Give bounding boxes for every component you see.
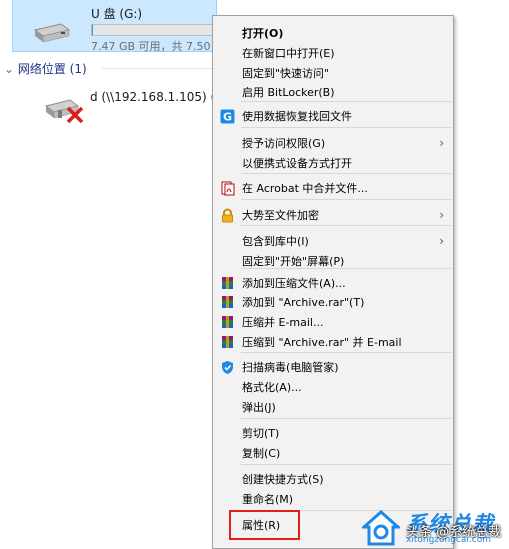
menu-item[interactable]: 在新窗口中打开(E) [214,44,452,63]
acrobat-icon [220,181,235,196]
menu-item-label: 大势至文件加密 [242,209,319,222]
menu-item-label: 包含到库中(I) [242,235,309,248]
group-divider [102,68,212,69]
menu-item[interactable]: 复制(C) [214,444,452,463]
menu-separator [241,173,451,174]
drive-name: U 盘 (G:) [91,7,143,21]
menu-item[interactable]: 包含到库中(I) › [214,232,452,251]
winrar-icon [220,295,235,310]
context-menu: 打开(O) 在新窗口中打开(E) 固定到"快速访问" 启用 BitLocker(B) G… [212,15,454,549]
menu-item-label: 压缩到 "Archive.rar" 并 E-mail [242,336,402,349]
menu-item-label: 使用数据恢复找回文件 [242,110,352,123]
menu-item-label: 复制(C) [242,447,281,460]
chevron-right-icon: › [439,234,444,248]
menu-item-label: 打开(O) [242,27,284,40]
menu-item-label: 添加到 "Archive.rar"(T) [242,296,365,309]
menu-item[interactable]: 大势至文件加密 › [214,206,452,225]
menu-separator [241,127,451,128]
menu-item[interactable]: 以便携式设备方式打开 [214,154,452,173]
house-logo-icon [360,509,402,546]
chevron-down-icon: ⌄ [4,62,15,76]
menu-item[interactable]: 添加到压缩文件(A)... [214,274,452,293]
menu-separator [241,464,451,465]
menu-item[interactable]: 打开(O) [214,24,452,43]
chevron-right-icon: › [439,136,444,150]
menu-item-label: 在新窗口中打开(E) [242,47,335,60]
menu-item-label: 授予访问权限(G) [242,137,326,150]
menu-separator [241,199,451,200]
lock-icon [220,208,235,223]
menu-item-label: 格式化(A)... [242,381,302,394]
usb-drive-icon [31,20,71,46]
menu-item[interactable]: 重命名(M) [214,490,452,509]
menu-item-label: 扫描病毒(电脑管家) [242,361,339,374]
menu-item[interactable]: 扫描病毒(电脑管家) [214,358,452,377]
network-drive-name[interactable]: d (\\192.168.1.105) (Z:) [90,90,232,104]
menu-separator [241,352,451,353]
menu-item[interactable]: 启用 BitLocker(B) [214,83,452,102]
menu-item-label: 以便携式设备方式打开 [242,157,352,170]
menu-item[interactable]: 在 Acrobat 中合并文件... [214,179,452,198]
menu-item-label: 重命名(M) [242,493,294,506]
menu-separator [241,225,451,226]
menu-item-label: 创建快捷方式(S) [242,473,324,486]
menu-separator [241,418,451,419]
drive-capacity-bar [91,24,216,36]
watermark-author: 头条 @系统总裁 [406,525,502,540]
menu-item[interactable]: 添加到 "Archive.rar"(T) [214,293,452,312]
winrar-icon [220,276,235,291]
winrar-icon [220,315,235,330]
network-locations-label: 网络位置 (1) [17,62,87,76]
menu-item-label: 压缩并 E-mail... [242,316,324,329]
menu-separator [241,268,451,269]
usb-drive-tile[interactable]: U 盘 (G:) 7.47 GB 可用，共 7.50 GB [12,0,230,53]
menu-item-label: 固定到"开始"屏幕(P) [242,255,345,268]
recovery-g-icon: G [220,109,235,124]
network-locations-group[interactable]: ⌄ 网络位置 (1) [4,60,212,76]
menu-item-label: 弹出(J) [242,401,276,414]
winrar-icon [220,335,235,350]
chevron-right-icon: › [439,208,444,222]
menu-item[interactable]: 创建快捷方式(S) [214,470,452,489]
menu-item-label: 剪切(T) [242,427,280,440]
menu-item-label: 固定到"快速访问" [242,67,330,80]
disconnected-network-drive-icon[interactable] [44,96,86,124]
menu-item-label: 添加到压缩文件(A)... [242,277,346,290]
menu-item[interactable]: G 使用数据恢复找回文件 [214,107,452,126]
properties-highlight-box [229,510,300,540]
menu-item[interactable]: 弹出(J) [214,398,452,417]
menu-item[interactable]: 压缩到 "Archive.rar" 并 E-mail [214,333,452,352]
menu-item[interactable]: 剪切(T) [214,424,452,443]
drive-size-text: 7.47 GB 可用，共 7.50 GB [91,40,231,53]
menu-item-label: 在 Acrobat 中合并文件... [242,182,368,195]
svg-text:G: G [223,111,232,124]
menu-separator [241,101,451,102]
shield-icon [220,360,235,375]
menu-item[interactable]: 压缩并 E-mail... [214,313,452,332]
menu-item[interactable]: 固定到"快速访问" [214,64,452,83]
menu-item[interactable]: 格式化(A)... [214,378,452,397]
menu-item-label: 启用 BitLocker(B) [242,86,335,99]
menu-item[interactable]: 授予访问权限(G) › [214,134,452,153]
